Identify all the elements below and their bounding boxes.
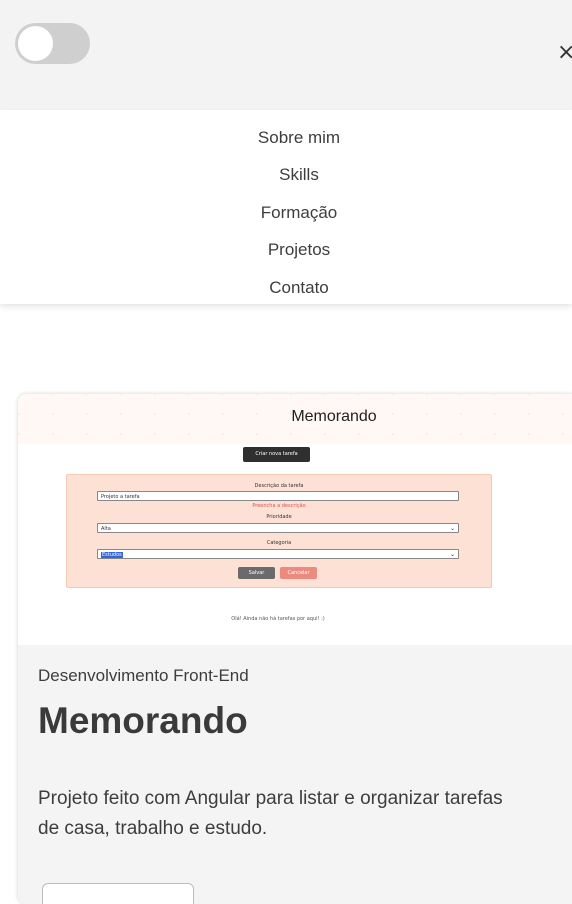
screenshot-new-task-button: Criar nova tarefa	[243, 447, 310, 462]
menu-item-projetos[interactable]: Projetos	[0, 240, 572, 260]
project-description: Projeto feito com Angular para listar e …	[38, 788, 503, 839]
screenshot-category-label: Categoria	[266, 540, 292, 546]
screenshot-description-input: Projeto a tarefa	[97, 491, 459, 501]
chevron-down-icon: ⌄	[449, 551, 455, 558]
screenshot-description-label: Descrição da tarefa	[254, 483, 304, 489]
screenshot-app-title: Memorando	[291, 408, 377, 425]
nav-menu: Sobre mim Skills Formação Projetos Conta…	[0, 110, 572, 304]
screenshot-description-error: Preencha a descrição	[252, 503, 306, 509]
project-title: Memorando	[38, 700, 248, 741]
screenshot-priority-value: Alta	[101, 526, 111, 532]
screenshot-category-select: Estudos ⌄	[97, 549, 459, 559]
project-screenshot: Memorando Criar nova tarefa Descrição da…	[18, 394, 572, 645]
screenshot-cancel-button: Cancelar	[280, 567, 317, 579]
menu-item-formacao[interactable]: Formação	[0, 203, 572, 223]
close-icon[interactable]: ×	[557, 40, 572, 66]
screenshot-task-form: Descrição da tarefa Projeto a tarefa Pre…	[66, 474, 492, 588]
menu-item-sobre-mim[interactable]: Sobre mim	[0, 128, 572, 148]
screenshot-empty-message: Olá! Ainda não há tarefas por aqui! :)	[231, 616, 325, 622]
menu-item-contato[interactable]: Contato	[0, 278, 572, 298]
theme-toggle[interactable]	[15, 23, 90, 64]
project-card: Memorando Criar nova tarefa Descrição da…	[18, 394, 572, 904]
screenshot-save-button: Salvar	[238, 567, 275, 579]
screenshot-priority-label: Prioridade	[266, 514, 292, 520]
top-bar: ×	[0, 0, 572, 110]
toggle-knob	[18, 26, 53, 61]
project-link-button[interactable]	[42, 883, 194, 904]
screenshot-priority-select: Alta ⌄	[97, 523, 459, 533]
menu-item-skills[interactable]: Skills	[0, 165, 572, 185]
screenshot-description-value: Projeto a tarefa	[101, 494, 140, 500]
chevron-down-icon: ⌄	[449, 525, 455, 532]
project-category: Desenvolvimento Front-End	[38, 666, 249, 685]
screenshot-category-value: Estudos	[101, 552, 123, 558]
